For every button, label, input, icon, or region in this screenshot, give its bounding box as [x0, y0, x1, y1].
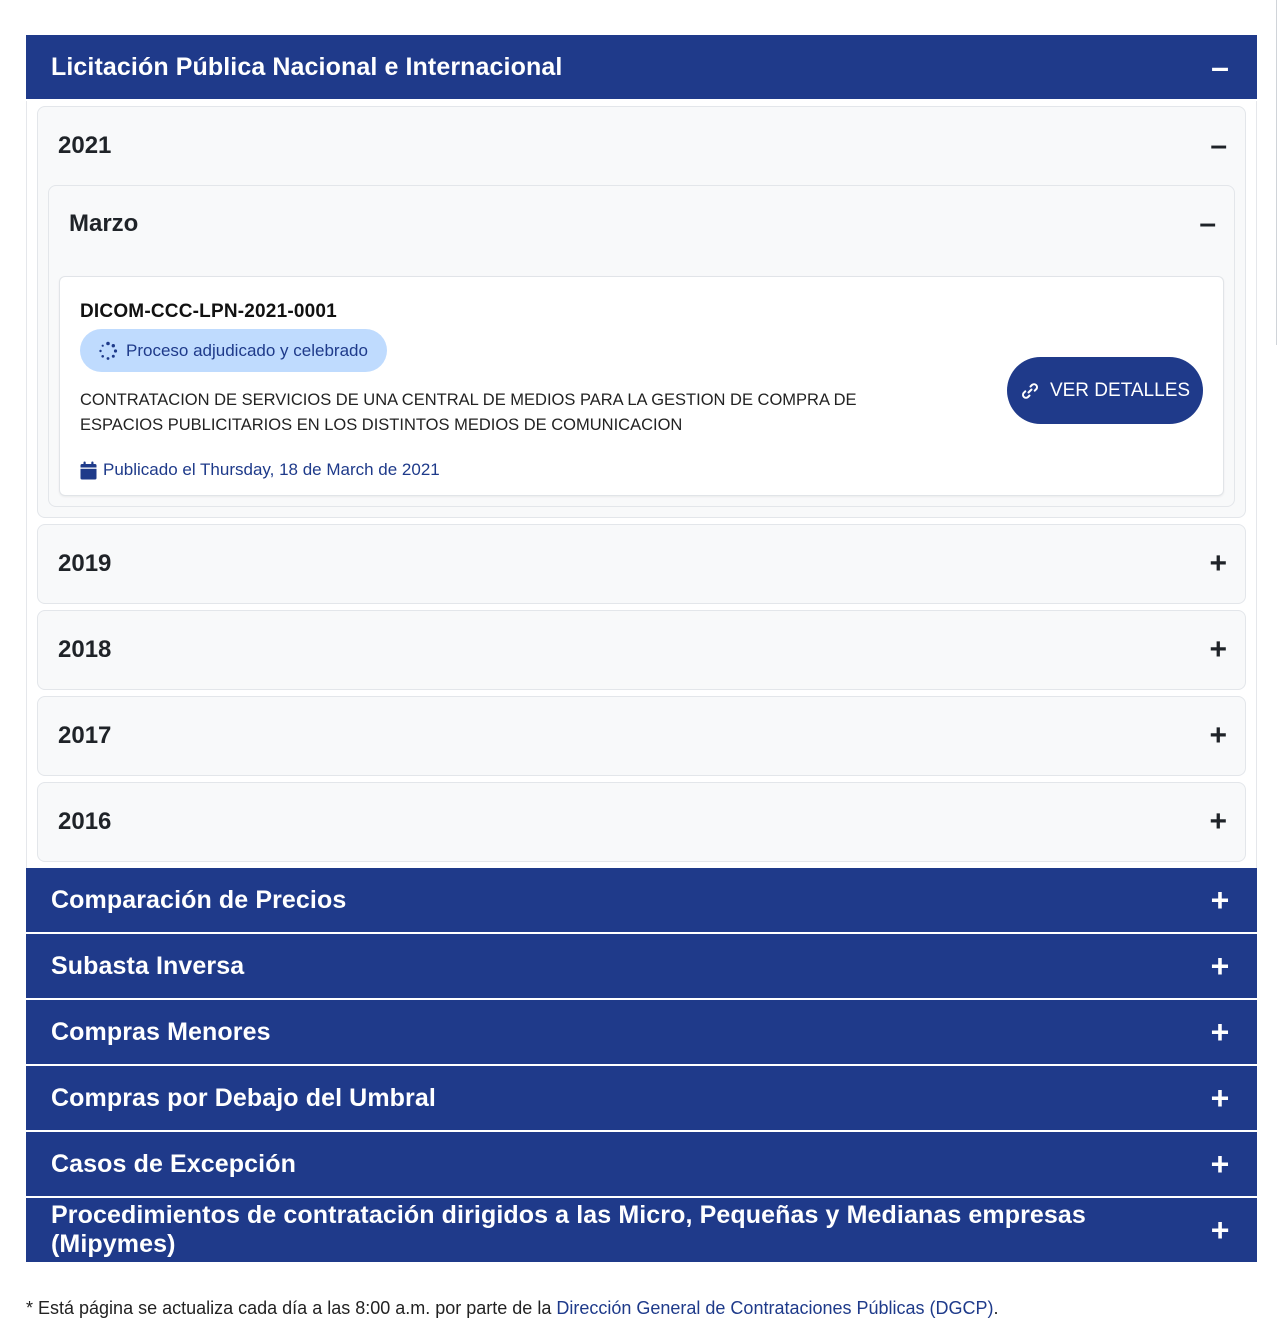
process-description: CONTRATACION DE SERVICIOS DE UNA CENTRAL…: [80, 391, 857, 434]
spinner-icon: [99, 341, 118, 360]
year-panel-2019: 2019 +: [37, 524, 1246, 604]
plus-icon[interactable]: +: [1209, 1148, 1231, 1180]
dgcp-link[interactable]: Dirección General de Contrataciones Públ…: [556, 1298, 993, 1318]
footer-note: * Está página se actualiza cada día a la…: [26, 1298, 999, 1319]
month-panel-marzo: Marzo – DICOM-CCC-LPN-2021-0001 Proceso …: [48, 185, 1235, 507]
year-title: 2021: [58, 132, 112, 159]
year-header-2016[interactable]: 2016 +: [38, 783, 1245, 861]
year-title: 2018: [58, 636, 112, 663]
process-code: DICOM-CCC-LPN-2021-0001: [80, 301, 337, 322]
plus-icon[interactable]: +: [1209, 807, 1227, 837]
plus-icon[interactable]: +: [1209, 950, 1231, 982]
section-header-excepcion[interactable]: Casos de Excepción +: [26, 1132, 1257, 1198]
year-panel-2017: 2017 +: [37, 696, 1246, 776]
year-panel-2018: 2018 +: [37, 610, 1246, 690]
plus-icon[interactable]: +: [1209, 635, 1227, 665]
year-panel-2016: 2016 +: [37, 782, 1246, 862]
footer-text: * Está página se actualiza cada día a la…: [26, 1298, 557, 1318]
year-title: 2016: [58, 808, 112, 835]
year-title: 2019: [58, 550, 112, 577]
ver-detalles-button[interactable]: VER DETALLES: [1007, 357, 1203, 424]
section-header-licitacion[interactable]: Licitación Pública Nacional e Internacio…: [26, 35, 1257, 101]
scrollbar-edge: [1276, 0, 1283, 345]
month-title: Marzo: [69, 210, 139, 237]
section-header-mipymes[interactable]: Procedimientos de contratación dirigidos…: [26, 1198, 1257, 1264]
year-header-2019[interactable]: 2019 +: [38, 525, 1245, 603]
section-header-subasta[interactable]: Subasta Inversa +: [26, 934, 1257, 1000]
year-header-2017[interactable]: 2017 +: [38, 697, 1245, 775]
minus-icon[interactable]: –: [1209, 51, 1231, 83]
calendar-icon: [80, 461, 97, 479]
year-header-2018[interactable]: 2018 +: [38, 611, 1245, 689]
year-body-2021: Marzo – DICOM-CCC-LPN-2021-0001 Proceso …: [38, 185, 1245, 517]
publish-date-text: Publicado el Thursday, 18 de March de 20…: [103, 460, 440, 479]
link-icon: [1021, 382, 1038, 399]
section-header-umbral[interactable]: Compras por Debajo del Umbral +: [26, 1066, 1257, 1132]
year-panel-2021: 2021 – Marzo – DICOM-CCC-LPN-2021-0001 P…: [37, 106, 1246, 518]
section-title: Comparación de Precios: [51, 885, 347, 914]
status-text: Proceso adjudicado y celebrado: [126, 340, 368, 360]
procurement-accordion: Licitación Pública Nacional e Internacio…: [26, 35, 1257, 1264]
section-title: Subasta Inversa: [51, 951, 245, 980]
year-header-2021[interactable]: 2021 –: [38, 107, 1245, 185]
month-header-marzo[interactable]: Marzo –: [49, 186, 1234, 262]
section-title: Licitación Pública Nacional e Internacio…: [51, 52, 563, 81]
plus-icon[interactable]: +: [1209, 721, 1227, 751]
plus-icon[interactable]: +: [1209, 1214, 1231, 1246]
section-title: Procedimientos de contratación dirigidos…: [51, 1201, 1086, 1258]
status-badge: Proceso adjudicado y celebrado: [80, 329, 387, 372]
plus-icon[interactable]: +: [1209, 549, 1227, 579]
section-title: Casos de Excepción: [51, 1149, 296, 1178]
year-title: 2017: [58, 722, 112, 749]
process-card: DICOM-CCC-LPN-2021-0001 Proceso adjudica…: [59, 276, 1224, 496]
section-body-licitacion: 2021 – Marzo – DICOM-CCC-LPN-2021-0001 P…: [26, 101, 1257, 868]
minus-icon[interactable]: –: [1199, 209, 1216, 239]
month-body: DICOM-CCC-LPN-2021-0001 Proceso adjudica…: [49, 262, 1234, 506]
footer-end: .: [993, 1298, 999, 1318]
section-title: Compras Menores: [51, 1017, 271, 1046]
section-title: Compras por Debajo del Umbral: [51, 1083, 436, 1112]
publish-date: Publicado el Thursday, 18 de March de 20…: [80, 460, 1203, 480]
section-header-comparacion[interactable]: Comparación de Precios +: [26, 868, 1257, 934]
plus-icon[interactable]: +: [1209, 884, 1231, 916]
plus-icon[interactable]: +: [1209, 1016, 1231, 1048]
minus-icon[interactable]: –: [1210, 131, 1227, 161]
ver-detalles-label: VER DETALLES: [1049, 379, 1191, 401]
section-header-compras-menores[interactable]: Compras Menores +: [26, 1000, 1257, 1066]
plus-icon[interactable]: +: [1209, 1082, 1231, 1114]
